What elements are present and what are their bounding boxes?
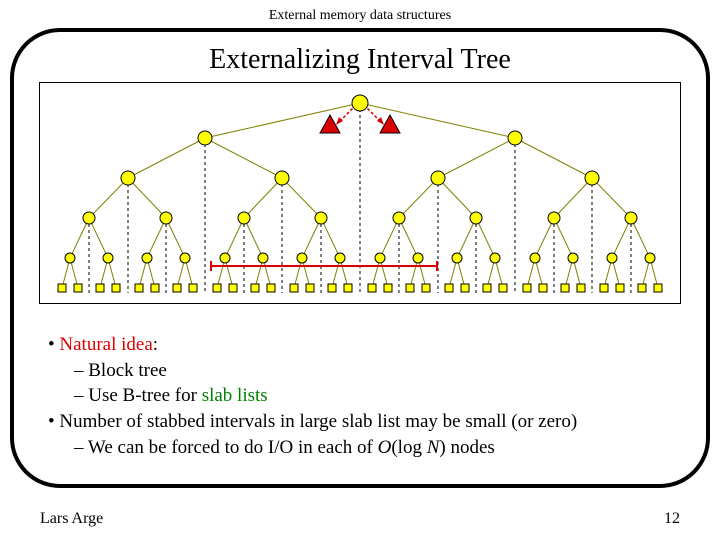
- bullet-io-cost: We can be forced to do I/O in each of O(…: [34, 435, 686, 461]
- slide-frame: Externalizing Interval Tree: [10, 28, 710, 488]
- slide-title: Externalizing Interval Tree: [34, 44, 686, 76]
- slide-header: External memory data structures: [0, 0, 720, 28]
- bullet-natural-idea: Natural idea:: [34, 332, 686, 358]
- bullet-block-tree: Block tree: [34, 358, 686, 384]
- bullet-list: Natural idea: Block tree Use B-tree for …: [34, 332, 686, 460]
- tree-svg: [40, 83, 680, 303]
- footer-page-number: 12: [664, 510, 680, 528]
- bullet-stabbed: Number of stabbed intervals in large sla…: [34, 409, 686, 435]
- bullet-btree-slab: Use B-tree for slab lists: [34, 383, 686, 409]
- footer-author: Lars Arge: [40, 510, 103, 528]
- tree-diagram: [39, 82, 681, 304]
